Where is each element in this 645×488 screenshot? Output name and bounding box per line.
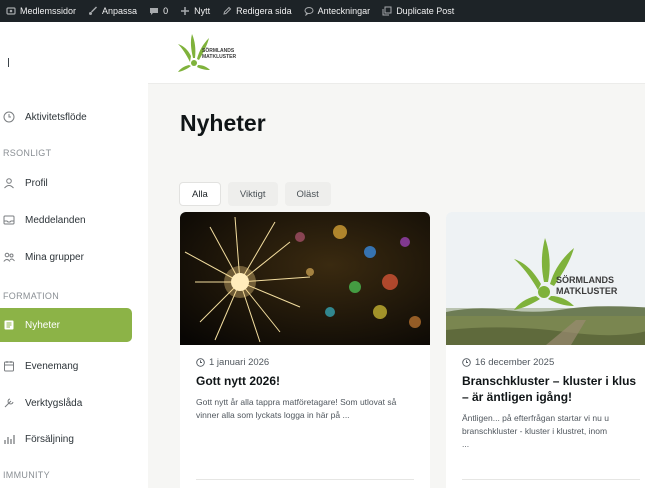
card-date: 16 december 2025 [462, 357, 640, 368]
clock-icon [462, 358, 471, 367]
logo-text-line1: SÖRMLANDS [202, 47, 235, 54]
card-title[interactable]: Gott nytt 2026! [196, 373, 414, 389]
sidebar-item-label: Försäljning [25, 433, 74, 445]
pencil-icon [222, 6, 232, 16]
card-image-logo[interactable]: SÖRMLANDS MATKLUSTER [446, 212, 645, 345]
sidebar-item-label: Profil [25, 177, 48, 189]
admin-bar-comments[interactable]: 0 [149, 6, 168, 16]
sidebar-item-label: Nyheter [25, 319, 61, 331]
sidebar-item-activity[interactable]: Aktivitetsflöde [0, 100, 132, 134]
sidebar-item-label: Evenemang [25, 360, 79, 372]
sidebar-section-personal: RSONLIGT [3, 148, 52, 158]
sidebar-item-my-groups[interactable]: Mina grupper [0, 240, 132, 274]
sidebar-item-toolbox[interactable]: Verktygslåda [0, 386, 132, 420]
site-header: SÖRMLANDS MATKLUSTER [148, 22, 645, 84]
card-date-text: 1 januari 2026 [209, 357, 270, 368]
admin-bar-customize[interactable]: Anpassa [88, 6, 137, 16]
admin-bar-comments-count: 0 [163, 6, 169, 16]
card-date-text: 16 december 2025 [475, 357, 555, 368]
admin-bar-notes-label: Anteckningar [317, 6, 371, 16]
calendar-icon [3, 360, 15, 372]
admin-bar-customize-label: Anpassa [102, 6, 138, 16]
card-excerpt-line1: Äntligen... på efterfrågan startar vi nu… [462, 413, 609, 423]
sidebar-item-sales[interactable]: Försäljning [0, 422, 132, 456]
tab-all[interactable]: Alla [179, 182, 221, 206]
sidebar-item-label: Aktivitetsflöde [25, 111, 87, 123]
card-title-line2: – är äntligen igång! [462, 390, 573, 404]
admin-bar-new[interactable]: Nytt [180, 6, 210, 16]
admin-bar: Medlemssidor Anpassa 0 Nytt Redigera sid… [0, 0, 645, 22]
admin-bar-duplicate-post-label: Duplicate Post [396, 6, 455, 16]
card-date: 1 januari 2026 [196, 357, 414, 368]
news-card[interactable]: 1 januari 2026 Gott nytt 2026! Gott nytt… [180, 212, 430, 488]
activity-icon [3, 111, 15, 123]
sidebar-item-news[interactable]: Nyheter [0, 308, 132, 342]
tab-important[interactable]: Viktigt [227, 182, 278, 206]
group-icon [3, 251, 15, 263]
sidebar-item-label: Mina grupper [25, 251, 84, 263]
card-excerpt-line2: branschkluster - kluster i klustret, ino… [462, 426, 608, 436]
logo-text-line2: MATKLUSTER [202, 54, 236, 60]
toolbox-icon [3, 397, 15, 409]
sidebar-collapse-handle[interactable] [8, 58, 9, 67]
sparkler-image-icon [180, 212, 430, 345]
comment-icon [149, 6, 159, 16]
sidebar-item-events[interactable]: Evenemang [0, 349, 132, 383]
dashboard-icon [6, 6, 16, 16]
image-logo-line2: MATKLUSTER [556, 286, 618, 296]
card-title-line1: Branschkluster – kluster i klus [462, 374, 637, 388]
sales-icon [3, 433, 15, 445]
card-excerpt: Gott nytt år alla tappra matföretagare! … [196, 397, 397, 420]
speech-bubble-icon [304, 6, 314, 16]
plus-icon [180, 6, 190, 16]
page-title: Nyheter [180, 110, 266, 136]
copy-icon [382, 6, 392, 16]
sidebar-item-label: Meddelanden [25, 214, 86, 226]
news-card[interactable]: SÖRMLANDS MATKLUSTER 16 december 2025 Br… [446, 212, 645, 488]
news-filter-tabs: Alla Viktigt Oläst [179, 182, 331, 206]
admin-bar-duplicate-post[interactable]: Duplicate Post [382, 6, 454, 16]
image-logo-line1: SÖRMLANDS [556, 275, 614, 285]
card-divider [462, 479, 640, 480]
landscape-logo-image-icon: SÖRMLANDS MATKLUSTER [446, 212, 645, 345]
tab-unread[interactable]: Oläst [284, 182, 331, 206]
sidebar-section-community: IMMUNITY [3, 470, 50, 480]
admin-bar-members-label: Medlemssidor [20, 6, 77, 16]
sidebar-item-profile[interactable]: Profil [0, 166, 132, 200]
site-logo[interactable]: SÖRMLANDS MATKLUSTER [176, 32, 256, 72]
user-icon [3, 177, 15, 189]
inbox-icon [3, 214, 15, 226]
sidebar-item-messages[interactable]: Meddelanden [0, 203, 132, 237]
sidebar-item-label: Verktygslåda [25, 397, 83, 409]
admin-bar-edit-page-label: Redigera sida [236, 6, 292, 16]
clock-icon [196, 358, 205, 367]
news-icon [3, 319, 15, 331]
sidebar: Aktivitetsflöde RSONLIGT Profil Meddelan… [0, 22, 148, 488]
admin-bar-new-label: Nytt [194, 6, 211, 16]
sidebar-section-information: FORMATION [3, 291, 60, 301]
card-divider [196, 479, 414, 480]
admin-bar-members[interactable]: Medlemssidor [6, 6, 76, 16]
card-excerpt: Äntligen... på efterfrågan startar vi nu… [462, 412, 640, 451]
matkluster-logo-icon: SÖRMLANDS MATKLUSTER [178, 34, 236, 72]
card-excerpt-line3: ... [462, 439, 470, 449]
admin-bar-edit-page[interactable]: Redigera sida [222, 6, 292, 16]
card-image-sparklers[interactable] [180, 212, 430, 345]
card-title[interactable]: Branschkluster – kluster i klus – är änt… [462, 373, 640, 405]
brush-icon [88, 6, 98, 16]
admin-bar-notes[interactable]: Anteckningar [304, 6, 371, 16]
